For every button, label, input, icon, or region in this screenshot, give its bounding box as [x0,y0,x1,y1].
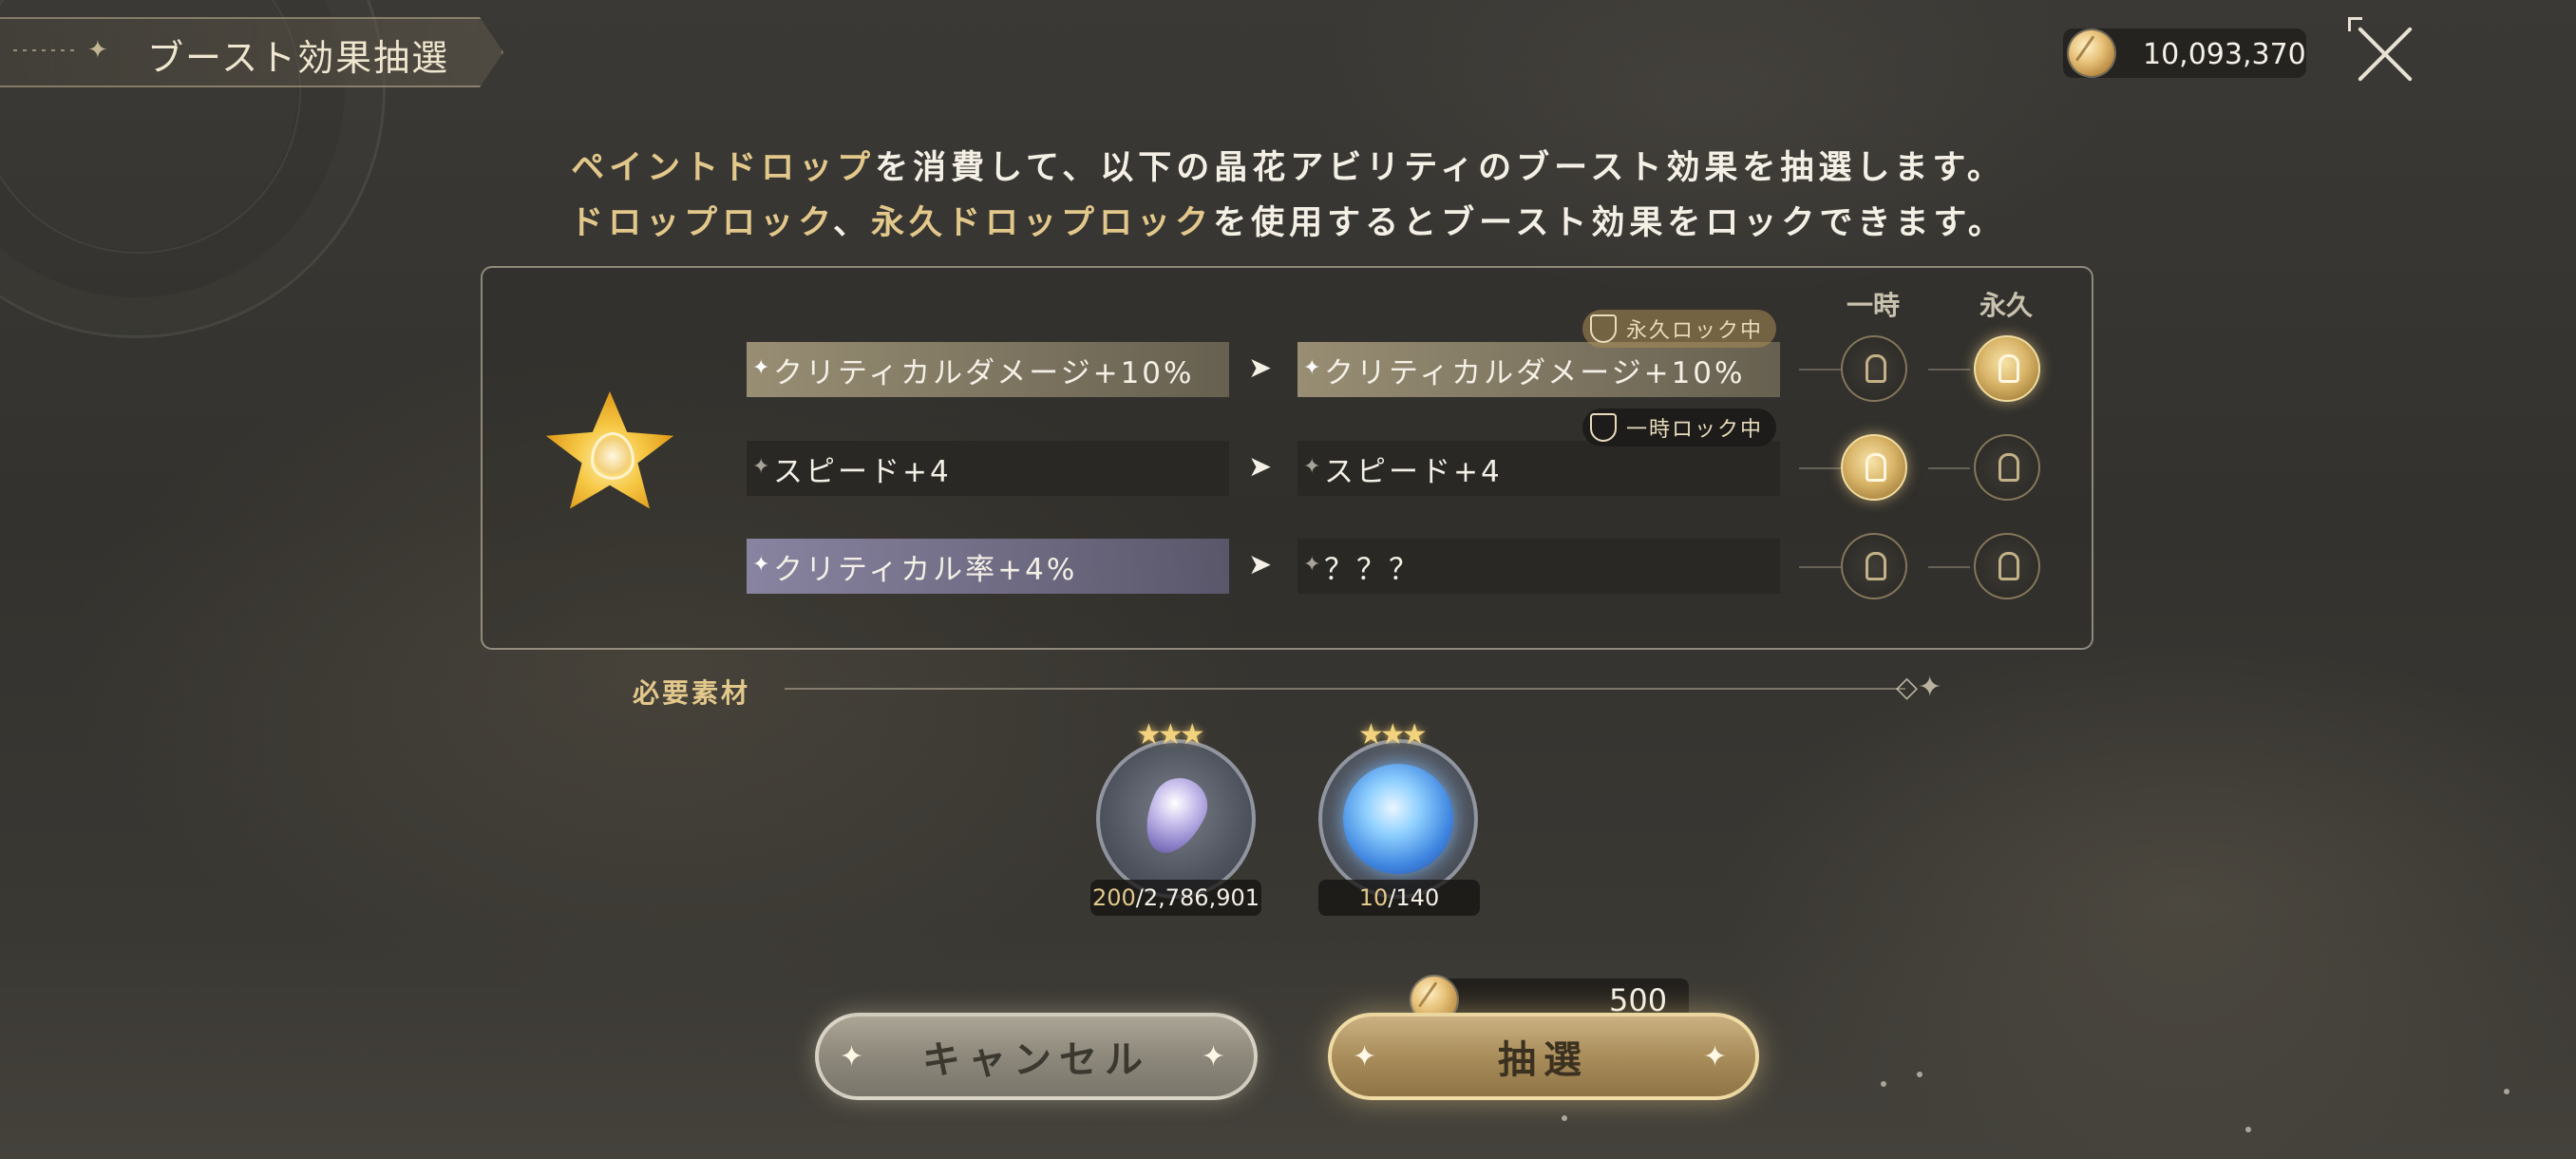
arrow-right-icon: ➤ [1248,352,1273,385]
sparkle-icon: ✦ [1353,1039,1385,1074]
description-line-2: ドロップロック、永久ドロップロックを使用するとブースト効果をロックできます。 [0,196,2576,244]
result-ability-text: ？？？ [1324,552,1421,587]
description-line-1: ペイントドロップを消費して、以下の晶花アビリティのブースト効果を抽選します。 [0,141,2576,189]
rarity-stars-icon: ★★★ [1358,718,1428,751]
lock-icon [1866,354,1886,383]
connector-line [1928,566,1970,568]
connector-line [1799,566,1841,568]
sparkle-icon: ✦ [1201,1039,1233,1074]
required-materials-label: 必要素材 [633,677,751,709]
current-ability-text: クリティカルダメージ+10% [773,355,1195,390]
permanent-lock-button-row-2[interactable] [1974,434,2040,501]
result-ability-row-2: ✦ スピード+4 [1297,441,1780,496]
description-text: を使用するとブースト効果をロックできます。 [1213,204,2006,242]
sparkle-icon: ✦ [1303,356,1324,380]
lock-icon [1866,552,1886,580]
result-ability-row-1: ✦ クリティカルダメージ+10% [1297,342,1780,397]
lock-status-text: 一時ロック中 [1626,418,1764,442]
draw-button-label: 抽選 [1498,1038,1589,1082]
connector-line [1799,467,1841,469]
lock-icon [1998,552,2019,580]
close-icon [2348,17,2362,31]
title-divider [13,49,80,51]
material-total: /140 [1388,884,1440,911]
background-speck [1881,1081,1886,1087]
material-current: 10 [1358,884,1389,911]
background-speck [1562,1115,1567,1121]
close-button[interactable] [2348,17,2418,87]
temporary-lock-button-row-2[interactable] [1841,434,1907,501]
result-ability-row-3: ✦ ？？？ [1297,539,1780,594]
coin-icon [2069,30,2114,76]
lock-status-badge: 一時ロック中 [1582,408,1777,446]
temporary-lock-button-row-3[interactable] [1841,533,1907,599]
arrow-right-icon: ➤ [1248,548,1273,581]
background-speck [2245,1127,2251,1132]
material-count: 200/2,786,901 [1090,880,1261,916]
cancel-button[interactable]: ✦ キャンセル ✦ [815,1013,1258,1100]
page-title: ブースト効果抽選 [147,37,450,79]
lock-icon [1998,354,2019,383]
arrow-right-icon: ➤ [1248,450,1273,484]
result-ability-text: クリティカルダメージ+10% [1324,355,1746,390]
background-speck [1917,1072,1923,1077]
column-header-permanent: 永久 [1979,290,2034,321]
lock-icon [1866,453,1886,482]
lock-status-badge: 永久ロック中 [1582,310,1777,348]
lock-status-text: 永久ロック中 [1626,319,1764,343]
sparkle-icon: ✦ [1303,553,1324,577]
sparkle-icon: ✦ [752,455,773,479]
temporary-lock-button-row-1[interactable] [1841,335,1907,402]
sparkle-icon: ✦ [840,1039,872,1074]
description-text: を消費して、以下の晶花アビリティのブースト効果を抽選します。 [875,149,2005,187]
highlight-paint-drop: ペイントドロップ [571,149,876,187]
shield-icon [1590,314,1617,343]
material-total: /2,786,901 [1135,884,1260,911]
connector-line [1928,467,1970,469]
current-ability-row-1: ✦ クリティカルダメージ+10% [747,342,1229,397]
result-ability-text: スピード+4 [1324,454,1503,489]
currency-value: 10,093,370 [2143,38,2306,71]
highlight-permanent-drop-lock: 永久ドロップロック [871,204,1214,242]
section-divider [785,688,1905,690]
lock-icon [1998,453,2019,482]
cancel-button-label: キャンセル [922,1038,1150,1082]
column-header-temporary: 一時 [1847,290,1901,321]
highlight-drop-lock: ドロップロック [570,204,834,242]
shield-icon [1590,413,1617,442]
draw-button[interactable]: ✦ 抽選 ✦ [1328,1013,1759,1100]
connector-line [1928,369,1970,370]
current-ability-row-3: ✦ クリティカル率+4% [747,539,1229,594]
description-text: 、 [833,204,872,242]
sparkle-icon: ✦ [1303,455,1324,479]
background-speck [2504,1089,2510,1094]
current-ability-text: クリティカル率+4% [773,552,1078,587]
current-ability-row-2: ✦ スピード+4 [747,441,1229,496]
sparkle-icon: ✦ [87,36,108,65]
sparkle-icon: ✦ [752,553,773,577]
current-ability-text: スピード+4 [773,454,952,489]
sparkle-icon: ✦ [1702,1039,1734,1074]
permanent-lock-button-row-3[interactable] [1974,533,2040,599]
connector-line [1799,369,1841,370]
drop-lock-orb-icon [1343,764,1453,874]
permanent-lock-button-row-1[interactable] [1974,335,2040,402]
rarity-stars-icon: ★★★ [1136,718,1205,751]
material-count: 10/140 [1318,880,1480,916]
sparkle-icon: ✦ [752,356,773,380]
divider-ornament-icon: ◇✦ [1896,671,1942,704]
material-current: 200 [1091,884,1136,911]
